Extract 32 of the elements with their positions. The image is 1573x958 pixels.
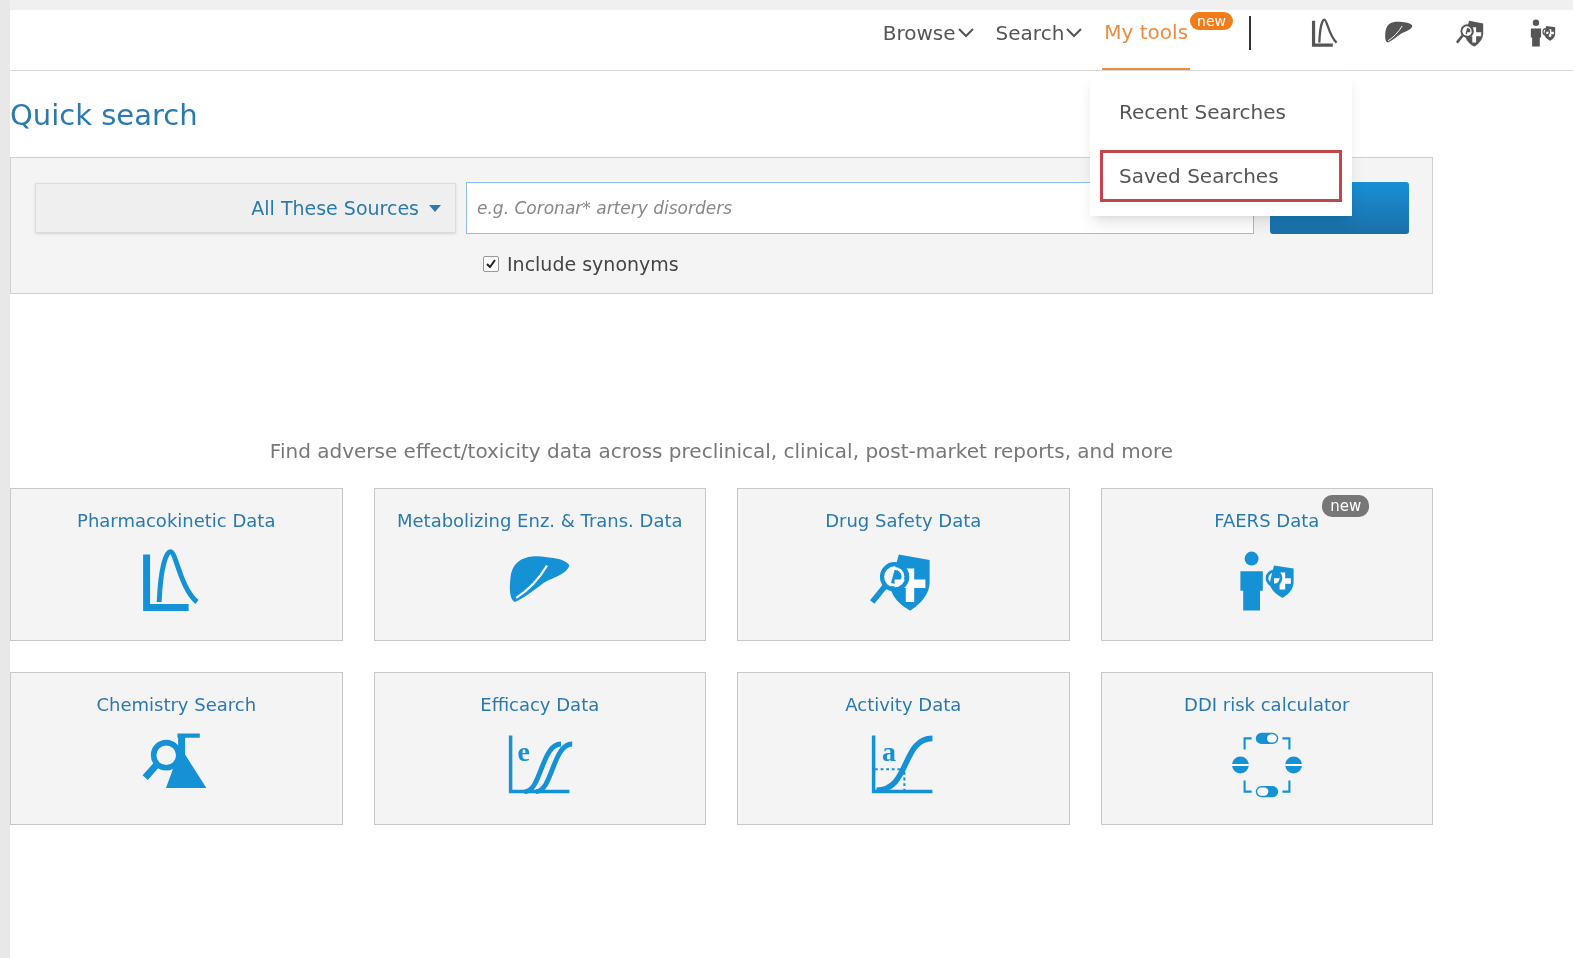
menu-item[interactable]: Saved Searches	[1100, 150, 1342, 202]
chevron-down-icon	[1066, 28, 1083, 38]
tagline: Find adverse effect/toxicity data across preclinical, clinical, post-market reports, and more	[268, 438, 1175, 465]
data-card[interactable]: DDI risk calculator	[1100, 672, 1433, 825]
data-card[interactable]: Drug Safety Data	[737, 488, 1070, 641]
new-badge: new	[1322, 495, 1370, 517]
source-dropdown[interactable]: All These Sources	[35, 183, 456, 233]
card-title: Metabolizing Enz. & Trans. Data	[396, 510, 683, 531]
data-card[interactable]: Metabolizing Enz. & Trans. Data	[373, 488, 706, 641]
card-title: Pharmacokinetic Data	[77, 510, 276, 531]
data-card[interactable]: Efficacy Data e	[373, 672, 706, 825]
data-card[interactable]: Activity Data a	[737, 672, 1070, 825]
caret-icon	[429, 204, 441, 212]
chevron-down-icon	[957, 28, 974, 38]
page-title: Quick search	[10, 97, 198, 134]
synonyms-checkbox[interactable]	[483, 256, 499, 273]
nav-link[interactable]: Search	[993, 10, 1085, 70]
data-card[interactable]: Chemistry Search	[10, 672, 343, 825]
data-card[interactable]: FAERS Data new	[1100, 488, 1433, 641]
card-title: Activity Data	[845, 694, 962, 715]
card-title: Efficacy Data	[480, 694, 600, 715]
synonyms-label: Include synonyms	[507, 252, 679, 277]
card-title: DDI risk calculator	[1184, 694, 1350, 715]
new-badge: new	[1190, 12, 1233, 30]
nav-link[interactable]: My tools	[1102, 10, 1191, 70]
menu-item[interactable]: Recent Searches	[1100, 86, 1342, 138]
pill-cycle-icon	[1231, 730, 1302, 800]
data-card[interactable]: Pharmacokinetic Data	[10, 488, 343, 641]
nav-link[interactable]: Browse	[880, 10, 976, 70]
card-title: FAERS Data	[1214, 510, 1320, 531]
card-title: Chemistry Search	[96, 694, 257, 715]
card-title: Drug Safety Data	[825, 510, 982, 531]
